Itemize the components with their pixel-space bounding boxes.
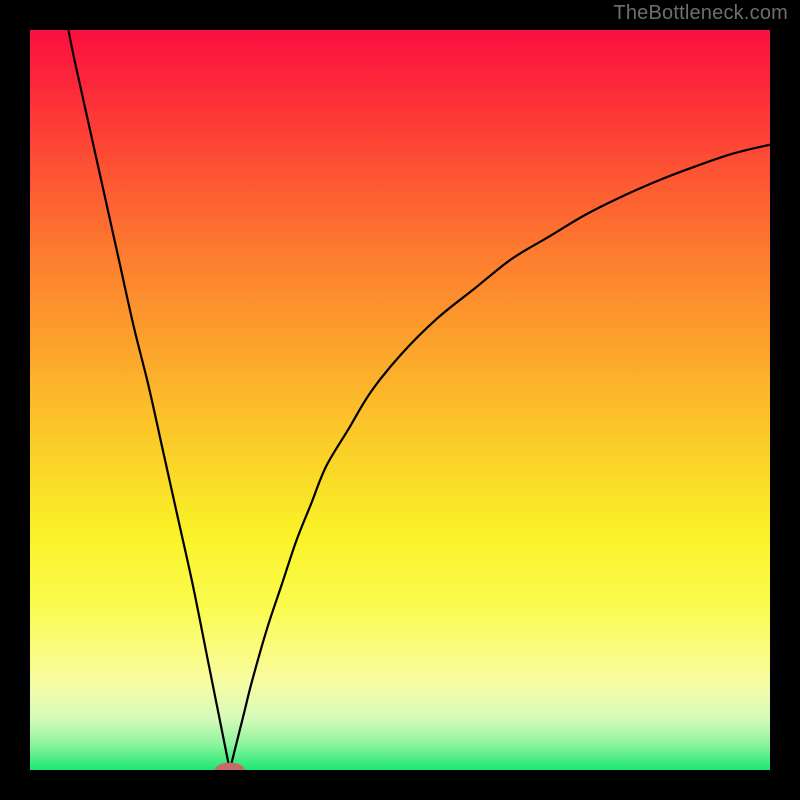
bottleneck-chart bbox=[30, 30, 770, 770]
chart-background bbox=[30, 30, 770, 770]
chart-frame: TheBottleneck.com bbox=[0, 0, 800, 800]
watermark-text: TheBottleneck.com bbox=[613, 2, 788, 25]
